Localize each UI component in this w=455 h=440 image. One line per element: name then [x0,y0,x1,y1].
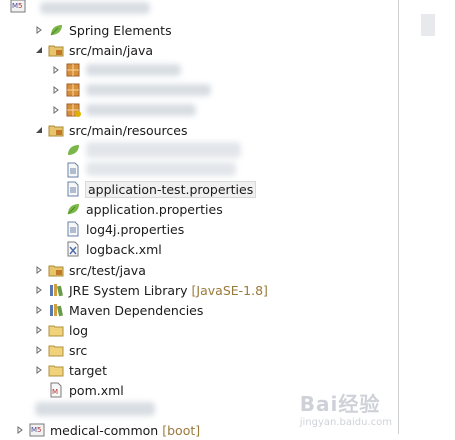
expand-arrow-icon[interactable] [14,420,26,440]
tree-label: src/test/java [69,262,146,278]
tree-row-src-test-java[interactable]: src/test/java [33,260,146,280]
properties-file-icon [65,181,81,197]
expand-arrow-icon[interactable] [50,60,62,80]
expand-arrow-icon[interactable] [33,280,45,300]
tree-label: log [69,322,89,338]
tree-label: Maven Dependencies [69,302,204,318]
folder-icon [48,362,64,378]
tree-label: Spring Elements [69,22,172,38]
tree-label: log4j.properties [86,221,185,237]
tree-label: JRE System Library [69,282,188,298]
properties-file-icon [65,162,81,178]
tree-row-logback-xml[interactable]: logback.xml [65,239,162,259]
boot-decoration: [boot] [162,422,201,438]
tree-label: application.properties [86,201,223,217]
package-icon [65,82,81,98]
source-folder-icon [48,122,64,138]
library-icon [48,282,64,298]
tree-row-project[interactable]: M5 [10,0,31,16]
tree-row-src[interactable]: src [33,340,87,360]
package-icon [65,102,81,118]
tree-row-application-test-properties[interactable]: application-test.properties [65,179,257,199]
tree-row-log4j-properties[interactable]: log4j.properties [65,219,184,239]
project-explorer: M5 Spring Elements src/main/java src/mai… [0,0,398,438]
tree-row-pom-xml[interactable]: M pom.xml [48,380,124,400]
tree-row-medical-common[interactable]: M5 medical-common [boot] [14,420,200,440]
tree-row-src-main-resources[interactable]: src/main/resources [33,120,187,140]
package-icon [65,62,81,78]
watermark: Bai经验 jingyan.baidu.com [300,388,392,428]
source-folder-icon [48,42,64,58]
tree-label: src/main/resources [69,122,188,138]
expand-arrow-icon[interactable] [33,20,45,40]
svg-text:5: 5 [37,426,41,434]
tree-row-spring-elements[interactable]: Spring Elements [33,20,172,40]
expand-arrow-icon[interactable] [33,360,45,380]
tree-row-package-3[interactable] [50,100,86,120]
xml-file-icon [65,241,81,257]
library-icon [48,302,64,318]
watermark-brand: Bai经验 [299,392,381,416]
expand-arrow-icon[interactable] [33,340,45,360]
spring-leaf-icon [65,142,81,158]
tree-row-log[interactable]: log [33,320,88,340]
watermark-url: jingyan.baidu.com [299,417,392,428]
jre-version-decoration: [JavaSE-1.8] [191,282,268,298]
editor-blurred-fragment [421,14,435,36]
tree-label: application-test.properties [84,180,257,198]
source-folder-icon [48,262,64,278]
folder-icon [48,322,64,338]
tree-label: logback.xml [86,241,162,257]
tree-label: medical-common [50,422,159,438]
tree-label: pom.xml [69,382,124,398]
collapse-arrow-icon[interactable] [33,40,45,60]
tree-row-target[interactable]: target [33,360,107,380]
expand-arrow-icon[interactable] [33,320,45,340]
maven-project-icon: M5 [10,0,26,14]
tree-row-package-2[interactable] [50,80,86,100]
editor-area [399,0,455,434]
svg-text:5: 5 [18,2,22,10]
tree-row-maven-dependencies[interactable]: Maven Dependencies [33,300,203,320]
tree-label: src/main/java [69,42,154,58]
tree-row-application-properties[interactable]: application.properties [65,199,223,219]
expand-arrow-icon[interactable] [33,260,45,280]
tree-label: target [69,362,108,378]
maven-pom-icon: M [48,382,64,398]
folder-icon [48,342,64,358]
expand-arrow-icon[interactable] [33,300,45,320]
tree-row-resource-blurred-2[interactable] [65,160,86,180]
tree-row-resource-blurred-1[interactable] [65,140,86,160]
properties-file-icon [65,221,81,237]
spring-leaf-icon [48,22,64,38]
spring-leaf-icon [65,201,81,217]
maven-project-icon: M5 [29,422,45,438]
expand-arrow-icon[interactable] [50,80,62,100]
tree-row-src-main-java[interactable]: src/main/java [33,40,153,60]
tree-row-package-1[interactable] [50,60,86,80]
expand-arrow-icon[interactable] [50,100,62,120]
svg-text:M: M [52,388,58,396]
tree-row-jre-system-library[interactable]: JRE System Library [JavaSE-1.8] [33,280,268,300]
collapse-arrow-icon[interactable] [33,120,45,140]
tree-label: src [69,342,88,358]
